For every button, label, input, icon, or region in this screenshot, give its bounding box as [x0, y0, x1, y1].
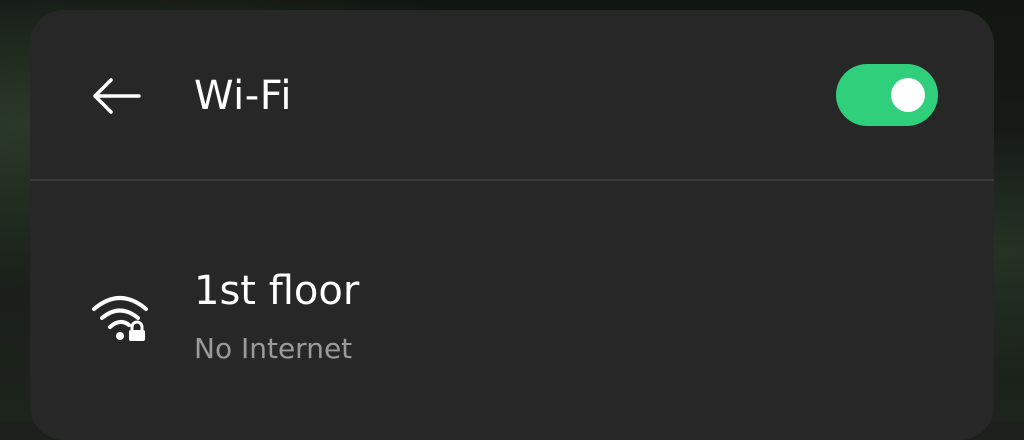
wifi-toggle[interactable]	[836, 64, 938, 126]
arrow-left-icon	[93, 78, 141, 114]
network-item[interactable]: 1st floor No Internet	[30, 181, 994, 421]
page-title: Wi-Fi	[194, 73, 292, 119]
network-name: 1st floor	[194, 268, 360, 314]
wifi-lock-icon	[92, 296, 148, 341]
panel-header: Wi-Fi	[30, 10, 994, 180]
back-button[interactable]	[84, 70, 148, 122]
toggle-knob	[891, 78, 925, 112]
network-status: No Internet	[194, 332, 353, 365]
wifi-panel: Wi-Fi 1st floor No Internet	[30, 10, 994, 440]
